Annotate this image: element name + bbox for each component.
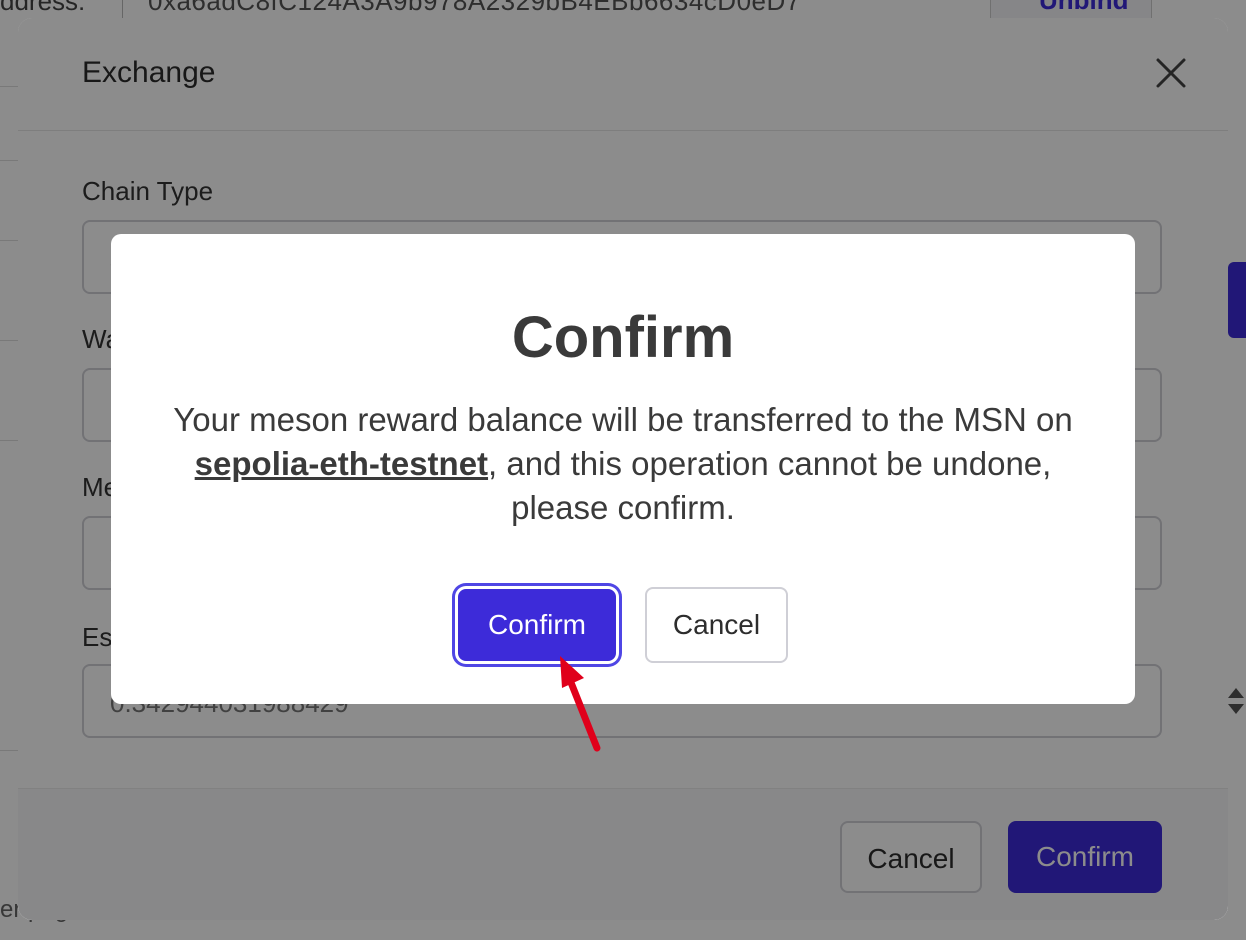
message-text-end: , and this operation cannot be undone, p… bbox=[488, 445, 1052, 526]
confirm-dialog: Confirm Your meson reward balance will b… bbox=[111, 234, 1135, 704]
confirm-dialog-message: Your meson reward balance will be transf… bbox=[171, 398, 1075, 530]
confirm-dialog-title: Confirm bbox=[511, 305, 735, 370]
cancel-button[interactable]: Cancel bbox=[645, 587, 788, 663]
message-text-start: Your meson reward balance will be transf… bbox=[173, 401, 1073, 438]
annotation-arrow-icon bbox=[560, 656, 601, 752]
chain-name-link[interactable]: sepolia-eth-testnet bbox=[195, 445, 488, 482]
